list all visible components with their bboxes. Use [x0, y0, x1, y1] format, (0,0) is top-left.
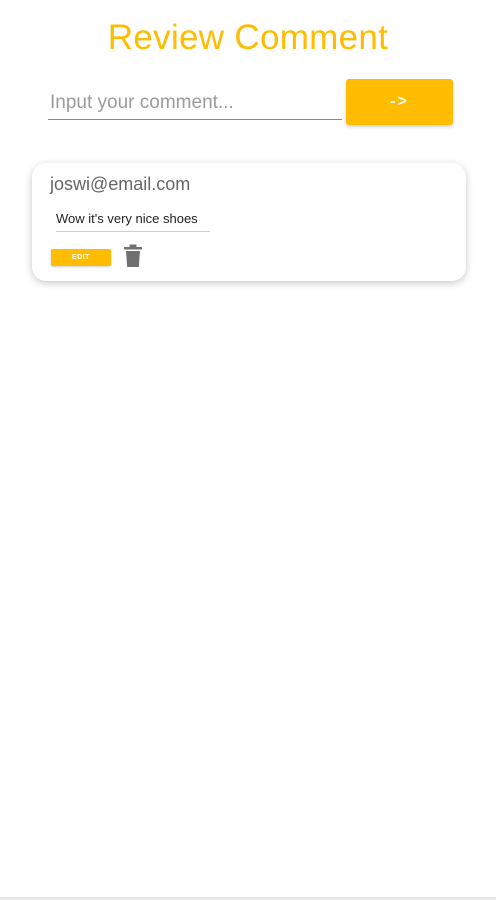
trash-icon[interactable]: [122, 244, 144, 268]
comment-card: joswi@email.com Wow it's very nice shoes…: [32, 163, 466, 281]
edit-comment-button[interactable]: EDIT: [51, 249, 111, 266]
page-title: Review Comment: [107, 18, 389, 57]
comment-author-email: joswi@email.com: [50, 174, 191, 194]
comment-text: Wow it's very nice shoes: [56, 209, 210, 232]
submit-comment-button[interactable]: ->: [346, 79, 453, 125]
comment-input[interactable]: [48, 86, 342, 120]
